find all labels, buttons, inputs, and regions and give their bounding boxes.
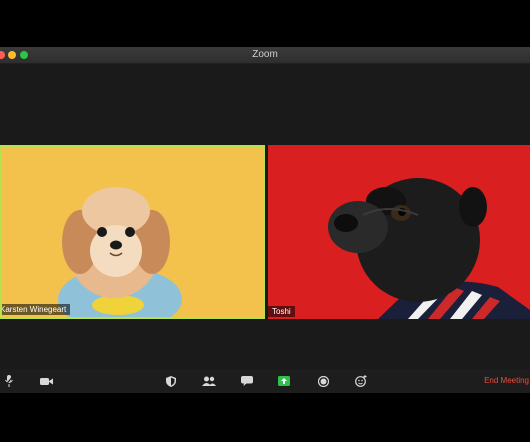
meeting-toolbar: End Meeting bbox=[0, 369, 530, 393]
mute-button[interactable] bbox=[3, 372, 15, 390]
video-tile-karsten[interactable]: Karsten Winegeart bbox=[0, 145, 265, 319]
mute-icon bbox=[5, 375, 13, 387]
reactions-icon bbox=[355, 375, 367, 387]
video-button[interactable] bbox=[39, 372, 53, 390]
share-screen-button[interactable] bbox=[277, 372, 291, 390]
zoom-window: Zoom Karsten Winegeart Toshi End Meeting bbox=[0, 47, 530, 393]
share-screen-icon bbox=[278, 376, 290, 386]
video-icon bbox=[39, 377, 53, 385]
window-title: Zoom bbox=[252, 49, 278, 60]
participants-icon bbox=[202, 376, 216, 386]
video-tile-toshi[interactable]: Toshi bbox=[268, 145, 530, 319]
chat-button[interactable] bbox=[240, 372, 254, 390]
chat-icon bbox=[241, 376, 253, 386]
participant-name-label: Toshi bbox=[268, 306, 295, 317]
video-stage: Karsten Winegeart Toshi bbox=[0, 64, 530, 364]
security-button[interactable] bbox=[164, 372, 178, 390]
participant-video-dog-shihtzu bbox=[58, 187, 182, 317]
participant-name-label: Karsten Winegeart bbox=[2, 304, 71, 315]
participants-button[interactable] bbox=[201, 372, 217, 390]
record-icon bbox=[317, 375, 329, 387]
record-button[interactable] bbox=[316, 372, 330, 390]
participant-video-dog-pug bbox=[328, 178, 530, 319]
reactions-button[interactable] bbox=[354, 372, 368, 390]
title-bar: Zoom bbox=[0, 47, 530, 64]
end-meeting-button[interactable]: End Meeting bbox=[484, 375, 529, 387]
security-icon bbox=[166, 375, 176, 387]
